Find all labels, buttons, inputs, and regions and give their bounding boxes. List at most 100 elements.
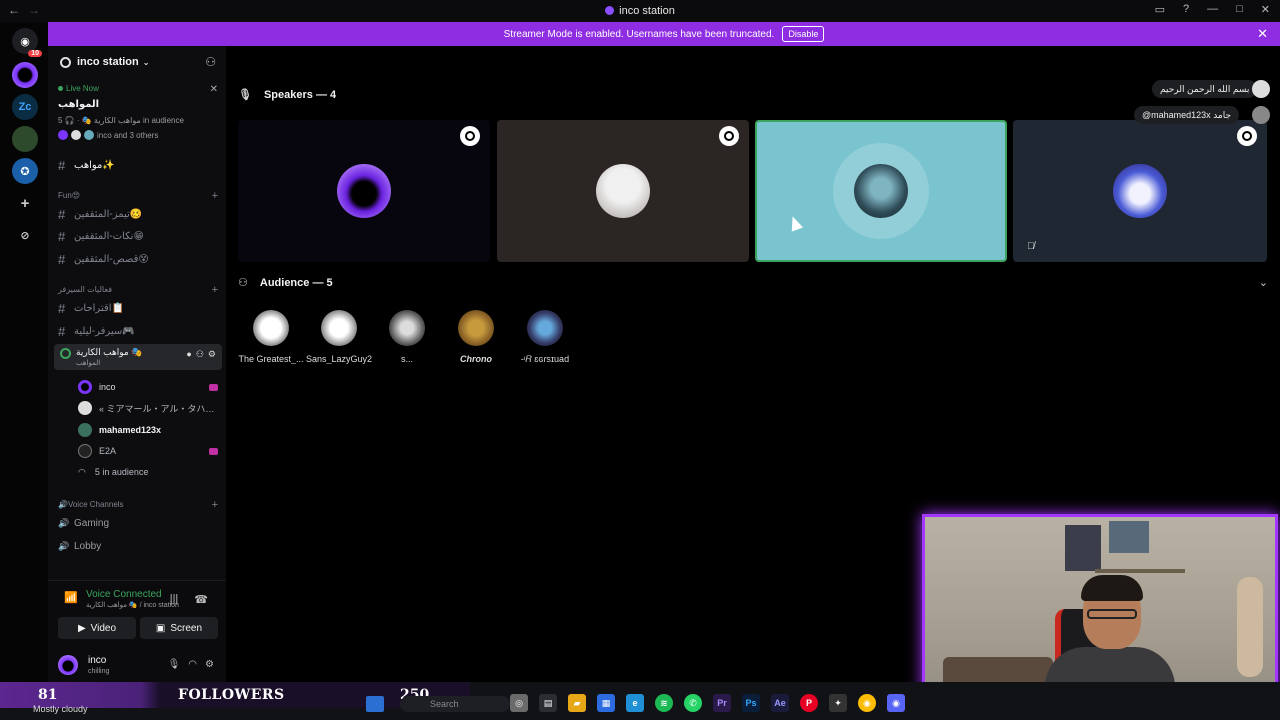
avatar[interactable] [58,655,78,675]
voice-channel-gaming[interactable]: 🔊 Gaming [58,514,218,532]
screen-share-button[interactable]: ▣ Screen [140,617,218,639]
audience-count[interactable]: ◠ 5 in audience [78,463,220,481]
add-channel-icon[interactable]: + [212,190,218,202]
stage-member[interactable]: « ミアマール・アル・タハ… [78,399,220,417]
widgets-icon[interactable]: ◎ [510,694,528,712]
minimize-icon[interactable]: — [1207,3,1218,16]
avatar [458,310,494,346]
weather-status[interactable]: Mostly cloudy [33,704,88,714]
settings-icon[interactable]: ⚙ [208,349,216,360]
app-icon[interactable]: ✦ [829,694,847,712]
server-inco-icon[interactable] [12,62,38,88]
photoshop-icon[interactable]: Ps [742,694,760,712]
microphone-icon[interactable]: 🎙 [168,659,181,670]
discord-icon[interactable]: ◉ [887,694,905,712]
audience-member[interactable]: The Greatest_... [238,310,304,364]
chat-icon[interactable]: ● [186,349,191,360]
avatar [1113,164,1167,218]
audience-member[interactable]: -ᶦ𝑅 ɛɢɾsɪuad [512,310,578,365]
add-member-icon[interactable]: ⚇ [196,349,204,360]
home-discord-icon[interactable]: ◉ 10 [12,28,42,57]
stage-member[interactable]: inco [78,378,220,396]
noise-suppression-icon[interactable]: ||| [170,593,179,606]
avatar [71,130,81,140]
audience-member[interactable]: s... [374,310,440,364]
voice-channel-lobby[interactable]: 🔊 Lobby [58,537,218,555]
window-controls: ▭ ? — □ ✕ [1155,3,1270,16]
channel-item[interactable]: # قصص-المثقفين😵 [58,250,218,268]
headset-icon[interactable]: ◠ [188,659,197,670]
stage-channel-item[interactable]: مواهب الكارية 🎭 المواهب ● ⚇ ⚙ [54,344,222,370]
camera-icon: ▶ [77,622,86,634]
channel-item[interactable]: # مواهب✨ [58,156,218,174]
server-header[interactable]: inco station ⌄ ⚇ [48,46,226,78]
close-icon[interactable]: ✕ [1261,3,1270,16]
chevron-down-icon[interactable]: ⌄ [1259,276,1268,289]
avatar [1252,80,1270,98]
channel-item[interactable]: # تيمز-المثقفين🥴 [58,205,218,223]
category-server[interactable]: فعاليات السيرفر + [58,284,218,296]
stage-member[interactable]: mahamed123x [78,421,220,439]
window-title: inco station [0,5,1280,17]
dismiss-live-icon[interactable]: ✕ [210,84,218,95]
speaker-tile[interactable] [238,120,490,262]
hash-icon: # [58,228,66,244]
server-avatar-icon[interactable] [12,126,38,152]
stage-icon [60,348,71,359]
task-view-icon[interactable]: ▤ [539,694,557,712]
spotify-icon[interactable]: ≋ [655,694,673,712]
voice-location[interactable]: مواهب الكارية 🎭 / inco station [86,601,179,609]
channel-item[interactable]: # نكات-المثقفين😁 [58,227,218,245]
unread-badge: 10 [28,50,42,57]
disable-streamer-button[interactable]: Disable [782,26,825,42]
wall-art [1065,525,1101,571]
disconnect-icon[interactable]: ☎ [194,593,208,606]
maximize-icon[interactable]: □ [1236,3,1243,16]
category-voice[interactable]: 🔊Voice Channels + [58,499,218,511]
taskbar-search[interactable]: Search [400,696,510,712]
file-explorer-icon[interactable]: ▰ [568,694,586,712]
inbox-icon[interactable]: ▭ [1155,3,1165,16]
audience-member[interactable]: Sans_LazyGuy2 [306,310,372,364]
edge-icon[interactable]: e [626,694,644,712]
store-icon[interactable]: ▦ [597,694,615,712]
streamer-hair [1081,575,1143,601]
hash-icon: # [58,206,66,222]
premiere-icon[interactable]: Pr [713,694,731,712]
start-icon[interactable] [366,696,384,712]
followers-label: FOLLOWERS [178,687,285,703]
screen-icon: ▣ [155,622,166,634]
user-settings-icon[interactable]: ⚙ [205,659,214,670]
banner-close-icon[interactable]: ✕ [1257,26,1268,42]
signal-icon: 📶 [64,592,78,604]
follower-count: 81 [38,687,58,703]
stage-member[interactable]: E2A [78,442,220,460]
speaker-tile[interactable] [497,120,749,262]
chat-bubble: بسم الله الرحمن الرحيم [1152,80,1258,98]
audience-icon: ⚇ [238,277,248,289]
after-effects-icon[interactable]: Ae [771,694,789,712]
invite-icon[interactable]: ⚇ [205,55,216,69]
voice-status[interactable]: Voice Connected [86,589,162,600]
channel-item[interactable]: # سيرفر-ليلية🎮 [58,322,218,340]
live-dot-icon [58,86,63,91]
status-tag-icon [209,447,218,455]
speaker-tile[interactable]: 🎙̸ [1013,120,1267,262]
server-globe-icon[interactable]: ✪ [12,158,38,184]
server-boost-icon [60,56,71,68]
chrome-icon[interactable]: ◉ [858,694,876,712]
whatsapp-icon[interactable]: ✆ [684,694,702,712]
add-channel-icon[interactable]: + [212,284,218,296]
audience-member[interactable]: Chrono [443,310,509,364]
help-icon[interactable]: ? [1183,3,1189,16]
channel-item[interactable]: # اقتراحات📋 [58,299,218,317]
pinterest-icon[interactable]: P [800,694,818,712]
add-channel-icon[interactable]: + [212,499,218,511]
video-button[interactable]: ▶ Video [58,617,136,639]
server-zc-icon[interactable]: Zc [12,94,38,120]
live-stage-card[interactable]: Live Now المواهب مواهب الكارية 🎭 · 🎧 5 i… [58,84,218,140]
speaker-tile-speaking[interactable] [755,120,1007,262]
category-fun[interactable]: Fun😍 + [58,190,218,202]
add-server-icon[interactable]: + [12,190,38,216]
discover-icon[interactable]: ⊘ [12,222,38,248]
